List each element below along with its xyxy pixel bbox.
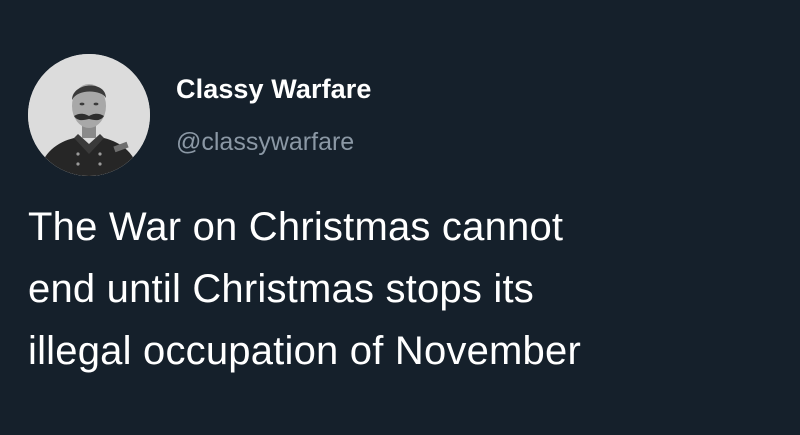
avatar[interactable]	[28, 54, 150, 176]
tweet-card: Classy Warfare @classywarfare The War on…	[0, 0, 800, 435]
display-name[interactable]: Classy Warfare	[176, 72, 372, 106]
tweet-text: The War on Christmas cannot end until Ch…	[28, 196, 788, 382]
portrait-avatar-icon	[28, 54, 150, 176]
tweet-text-line: illegal occupation of November	[28, 329, 581, 373]
user-handle[interactable]: @classywarfare	[176, 126, 354, 158]
tweet-text-line: The War on Christmas cannot	[28, 205, 564, 249]
tweet-text-line: end until Christmas stops its	[28, 267, 534, 311]
